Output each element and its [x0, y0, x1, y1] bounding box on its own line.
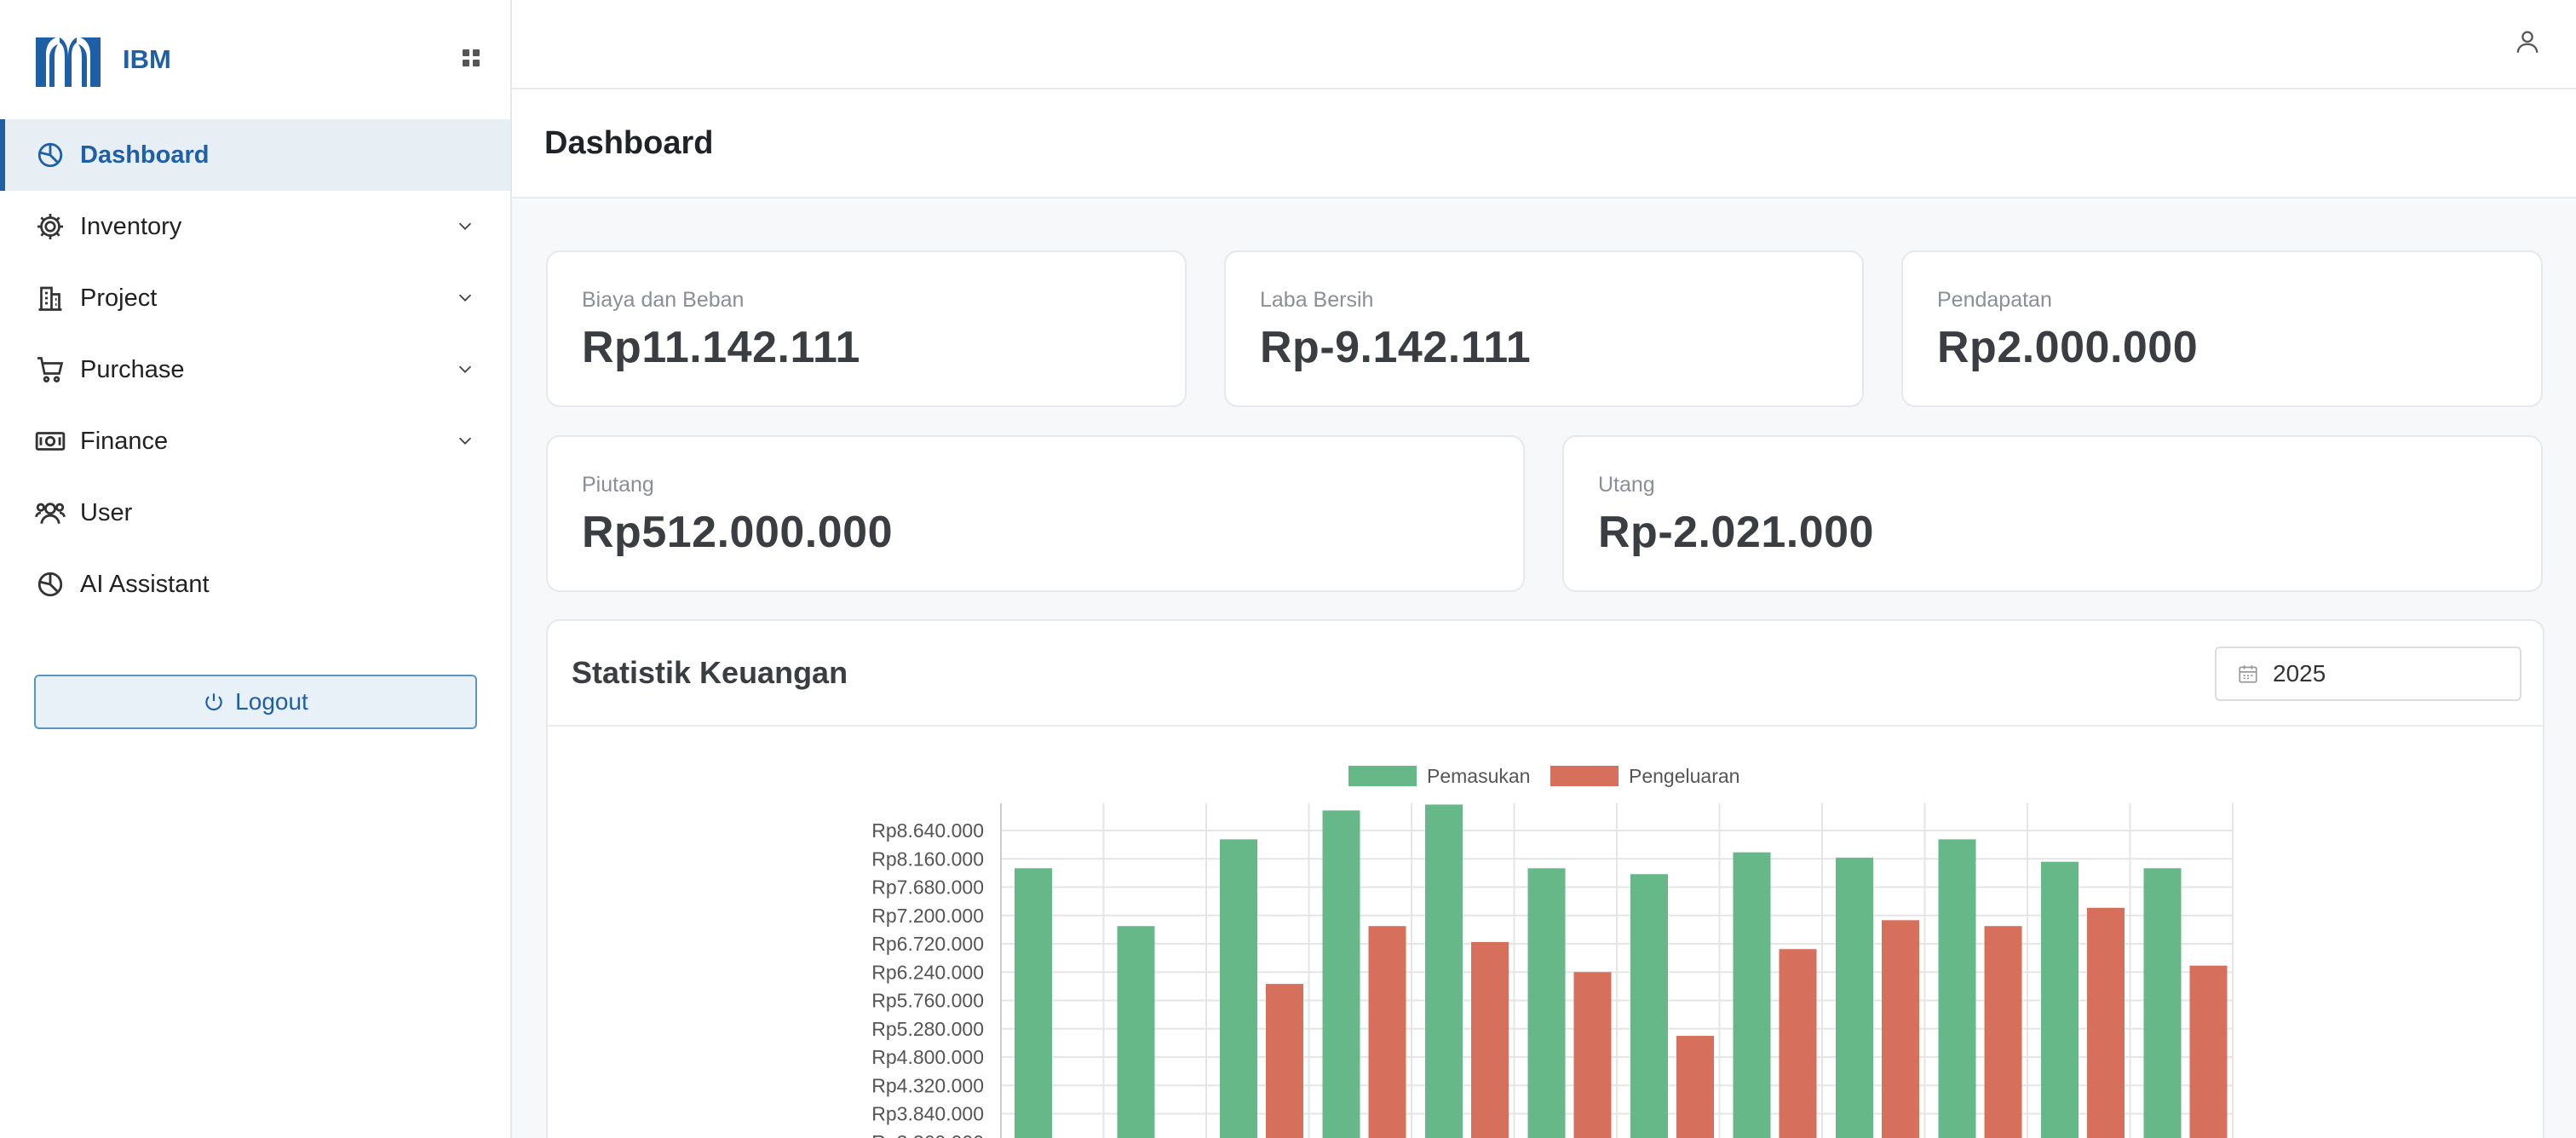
sidebar-item-label: Project — [80, 284, 158, 312]
ibm-wave-logo — [36, 37, 101, 87]
legend-label: Pengeluaran — [1629, 765, 1739, 787]
page-title: Dashboard — [544, 125, 714, 161]
gear-icon — [34, 210, 66, 243]
chart-pie-icon — [34, 568, 66, 601]
brand[interactable]: IBM — [34, 32, 171, 87]
y-tick-label: Rp5.760.000 — [871, 990, 984, 1012]
logout-label: Logout — [235, 688, 308, 715]
chevron-down-icon — [458, 437, 472, 445]
stat-value: Rp2.000.000 — [1937, 323, 2199, 372]
bar-pemasukan — [1425, 804, 1463, 1138]
bar-pemasukan — [1733, 852, 1771, 1138]
y-tick-label: Rp7.200.000 — [871, 905, 984, 927]
page-header: Dashboard — [512, 89, 2576, 198]
y-tick-label: Rp8.640.000 — [871, 819, 984, 842]
sidebar-item-label: Dashboard — [80, 141, 210, 169]
stat-card-utang: Utang Rp-2.021.000 — [1562, 435, 2543, 592]
legend-swatch — [1348, 766, 1417, 786]
stat-value: Rp11.142.111 — [582, 323, 860, 372]
bar-pengeluaran — [1266, 984, 1303, 1138]
bar-pemasukan — [1527, 868, 1566, 1138]
chevron-down-icon — [458, 365, 472, 373]
sidebar-item-project[interactable]: Project — [0, 262, 510, 334]
bar-pemasukan — [1322, 810, 1360, 1138]
bar-pengeluaran — [1984, 926, 2022, 1138]
stat-card-biaya: Biaya dan Beban Rp11.142.111 — [546, 250, 1187, 407]
sidebar: IBM Dashboard Inventory Project Purchase… — [0, 0, 512, 1138]
stat-label: Pendapatan — [1937, 288, 2052, 312]
stat-card-piutang: Piutang Rp512.000.000 — [546, 435, 1525, 592]
sidebar-item-purchase[interactable]: Purchase — [0, 334, 510, 405]
y-tick-label: Rp3.360.000 — [871, 1131, 984, 1138]
y-tick-label: Rp8.160.000 — [871, 848, 984, 870]
stat-value: Rp512.000.000 — [582, 508, 893, 557]
bar-pemasukan — [1938, 839, 1976, 1138]
y-tick-label: Rp6.720.000 — [871, 933, 984, 955]
bar-pengeluaran — [1676, 1036, 1714, 1138]
sidebar-item-user[interactable]: User — [0, 477, 510, 549]
logout-button[interactable]: Logout — [34, 675, 477, 729]
y-tick-label: Rp4.800.000 — [871, 1046, 984, 1068]
user-icon[interactable] — [2513, 27, 2542, 56]
legend-swatch — [1550, 766, 1619, 786]
y-tick-label: Rp4.320.000 — [871, 1074, 984, 1096]
y-tick-label: Rp7.680.000 — [871, 876, 984, 899]
sidebar-item-label: Purchase — [80, 355, 185, 383]
financial-bar-chart: Pemasukan Pengeluaran Rp8.640.000 Rp8.160.0… — [871, 765, 2234, 1138]
topbar — [512, 0, 2576, 89]
cart-icon — [34, 353, 66, 386]
sidebar-item-finance[interactable]: Finance — [0, 405, 510, 477]
brand-name: IBM — [123, 44, 171, 74]
sidebar-item-dashboard[interactable]: Dashboard — [0, 119, 510, 191]
stat-label: Utang — [1598, 473, 1655, 497]
bar-pemasukan — [2041, 861, 2079, 1138]
stat-label: Biaya dan Beban — [582, 288, 745, 312]
chevron-down-icon — [458, 294, 472, 302]
y-tick-label: Rp3.840.000 — [871, 1103, 984, 1125]
bar-pemasukan — [2143, 868, 2182, 1138]
bar-pemasukan — [1220, 839, 1257, 1138]
sidebar-item-label: User — [80, 498, 133, 526]
stat-card-pendapatan: Pendapatan Rp2.000.000 — [1901, 250, 2543, 407]
money-icon — [34, 425, 66, 457]
stat-card-laba: Laba Bersih Rp-9.142.111 — [1224, 250, 1864, 407]
sidebar-item-ai-assistant[interactable]: AI Assistant — [0, 549, 510, 620]
stat-label: Piutang — [582, 473, 654, 497]
y-tick-label: Rp5.280.000 — [871, 1018, 984, 1040]
sidebar-item-label: Inventory — [80, 212, 182, 240]
sidebar-item-inventory[interactable]: Inventory — [0, 191, 510, 262]
y-tick-label: Rp6.240.000 — [871, 961, 984, 983]
sidebar-nav: Dashboard Inventory Project Purchase Fin… — [0, 119, 510, 620]
stat-value: Rp-9.142.111 — [1260, 323, 1532, 372]
sidebar-item-label: AI Assistant — [80, 570, 210, 598]
bar-pengeluaran — [2087, 907, 2125, 1138]
bar-pengeluaran — [1573, 972, 1612, 1138]
power-icon — [205, 693, 222, 711]
building-icon — [34, 282, 66, 314]
bar-pemasukan — [1836, 857, 1873, 1138]
stat-value: Rp-2.021.000 — [1598, 508, 1874, 557]
bar-pengeluaran — [2189, 965, 2228, 1138]
chevron-down-icon — [458, 222, 472, 230]
chart-pie-icon — [34, 139, 66, 171]
bar-pengeluaran — [1882, 920, 1919, 1138]
stat-label: Laba Bersih — [1260, 288, 1374, 312]
sidebar-item-label: Finance — [80, 427, 169, 455]
grid-icon[interactable] — [461, 48, 481, 68]
users-icon — [34, 497, 66, 529]
bar-pemasukan — [1015, 868, 1052, 1138]
bar-pengeluaran — [1779, 949, 1817, 1138]
bar-pengeluaran — [1368, 926, 1406, 1138]
bar-pemasukan — [1117, 926, 1155, 1138]
statistik-keuangan-card: Statistik Keuangan 2025 Pemasukan Pengelu… — [546, 619, 2544, 1138]
bar-pengeluaran — [1471, 941, 1509, 1138]
legend-label: Pemasukan — [1427, 765, 1530, 787]
bar-pemasukan — [1630, 874, 1668, 1138]
